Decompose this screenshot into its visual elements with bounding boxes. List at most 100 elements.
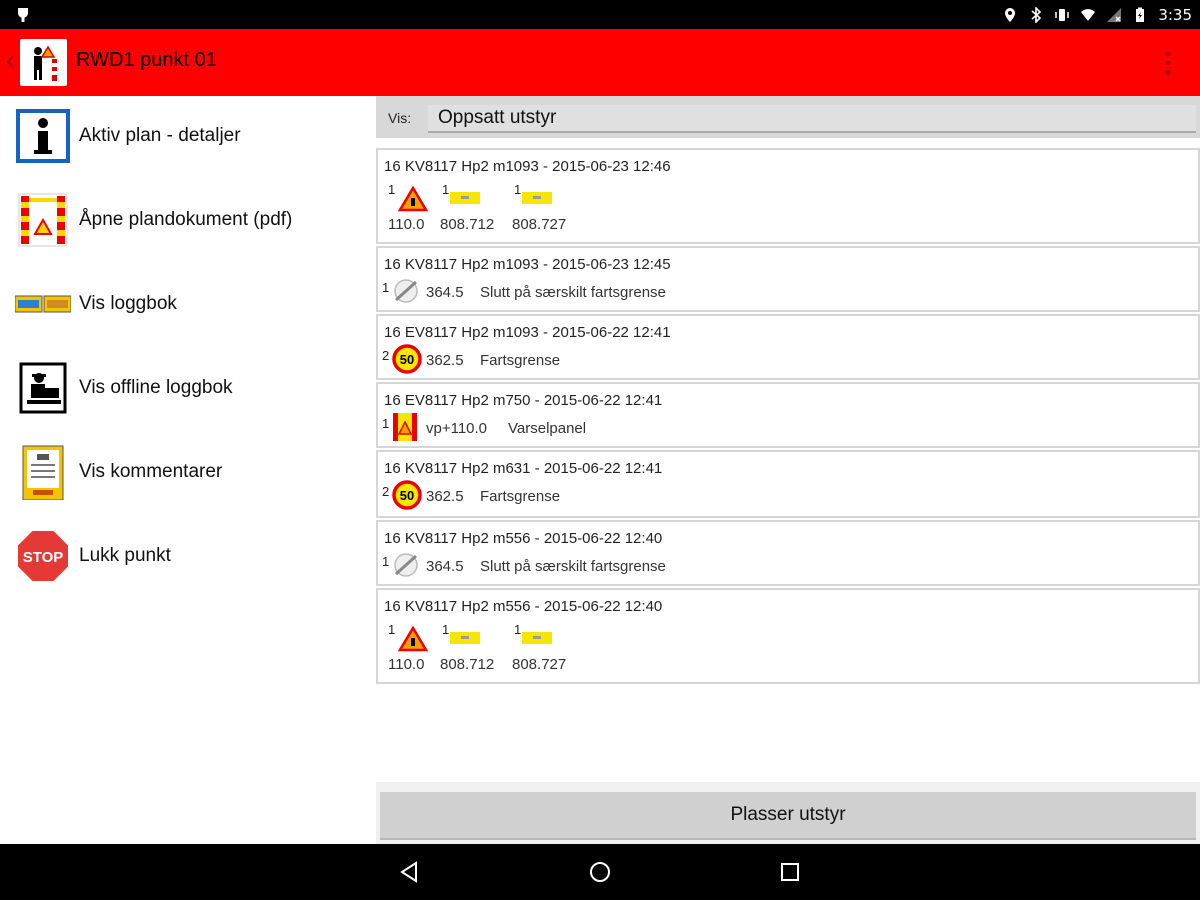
speed-limit-value: 50 <box>400 352 414 367</box>
entry-value: 110.0 <box>388 656 425 673</box>
entry-header: 16 KV8117 Hp2 m631 - 2015-06-22 12:41 <box>384 460 663 477</box>
equipment-panel: Vis: Oppsatt utstyr 16 KV8117 Hp2 m1093 … <box>376 96 1200 844</box>
menu-item-close-point[interactable]: STOP Lukk punkt <box>0 516 376 596</box>
entry-header: 16 KV8117 Hp2 m1093 - 2015-06-23 12:46 <box>384 158 671 175</box>
back-arrow-icon[interactable] <box>4 51 16 73</box>
entry-quantity: 1 <box>442 622 450 637</box>
yellow-plate-icon <box>522 632 552 644</box>
battery-icon <box>1136 7 1145 22</box>
plan-document-icon <box>18 193 68 247</box>
filter-select[interactable]: Oppsatt utstyr <box>428 105 1196 133</box>
menu-item-label: Vis loggbok <box>79 293 177 314</box>
wifi-icon <box>1081 8 1096 21</box>
entry-description: Fartsgrense <box>480 352 561 369</box>
speed-limit-value: 50 <box>400 488 414 503</box>
entry-value: 808.727 <box>512 656 567 673</box>
menu-item-offline-logbook[interactable]: Vis offline loggbok <box>0 348 376 428</box>
entry-description: Slutt på særskilt fartsgrense <box>480 284 666 301</box>
vibrate-icon <box>1055 8 1070 21</box>
svg-text:STOP: STOP <box>23 549 64 566</box>
list-item[interactable]: 16 KV8117 Hp2 m1093 - 2015-06-23 12:45 1… <box>376 246 1200 312</box>
speed-limit-50-icon: 50 <box>392 344 422 374</box>
app-title: RWD1 punkt 01 <box>76 49 217 71</box>
comments-icon <box>22 445 64 500</box>
filter-selected-value: Oppsatt utstyr <box>438 107 557 128</box>
entry-description: Varselpanel <box>508 420 587 437</box>
entry-quantity: 1 <box>382 554 390 569</box>
menu-item-label: Aktiv plan - detaljer <box>79 125 241 146</box>
entry-description: Slutt på særskilt fartsgrense <box>480 558 666 575</box>
info-icon <box>16 109 70 163</box>
entry-value: 364.5 <box>426 284 464 301</box>
entry-value: 362.5 <box>426 352 464 369</box>
menu-item-label: Åpne plandokument (pdf) <box>79 209 293 230</box>
app-logo <box>20 39 67 86</box>
overflow-menu-icon[interactable] <box>1164 49 1172 77</box>
navigation-bar <box>0 844 1200 900</box>
list-item[interactable]: 16 KV8117 Hp2 m556 - 2015-06-22 12:40 1 … <box>376 588 1200 684</box>
warning-panel-icon <box>393 413 417 441</box>
entry-header: 16 EV8117 Hp2 m1093 - 2015-06-22 12:41 <box>384 324 671 341</box>
yellow-plate-icon <box>522 192 552 204</box>
entry-header: 16 EV8117 Hp2 m750 - 2015-06-22 12:41 <box>384 392 663 409</box>
entry-quantity: 2 <box>382 348 390 363</box>
place-equipment-button[interactable]: Plasser utstyr <box>380 792 1196 840</box>
yellow-plate-icon <box>450 632 480 644</box>
entry-quantity: 1 <box>382 416 390 431</box>
entry-value: 808.727 <box>512 216 567 233</box>
no-sim-icon <box>1107 7 1122 22</box>
entry-quantity: 2 <box>382 484 390 499</box>
entry-quantity: 1 <box>514 622 522 637</box>
clock: 3:35 <box>1158 5 1192 24</box>
stop-icon: STOP <box>16 529 70 583</box>
menu-item-logbook[interactable]: Vis loggbok <box>0 264 376 344</box>
android-notification-icon <box>18 8 28 22</box>
back-icon[interactable] <box>396 858 424 886</box>
end-speed-limit-icon <box>394 279 418 303</box>
entry-header: 16 KV8117 Hp2 m1093 - 2015-06-23 12:45 <box>384 256 671 273</box>
menu-item-label: Lukk punkt <box>79 545 171 566</box>
entry-value: 808.712 <box>440 216 495 233</box>
list-item[interactable]: 16 KV8117 Hp2 m631 - 2015-06-22 12:41 2 … <box>376 450 1200 518</box>
entry-value: 808.712 <box>440 656 495 673</box>
bluetooth-icon <box>1031 6 1042 23</box>
entry-quantity: 1 <box>388 622 396 637</box>
entry-value: 364.5 <box>426 558 464 575</box>
menu-item-label: Vis kommentarer <box>79 461 223 482</box>
entry-header: 16 KV8117 Hp2 m556 - 2015-06-22 12:40 <box>384 530 663 547</box>
bottom-action-bar: Plasser utstyr <box>376 782 1200 844</box>
entry-value: 362.5 <box>426 488 464 505</box>
entry-value: vp+110.0 <box>426 420 488 437</box>
menu-item-active-plan[interactable]: Aktiv plan - detaljer <box>0 96 376 176</box>
yellow-plate-icon <box>450 192 480 204</box>
app-bar: RWD1 punkt 01 <box>0 29 1200 96</box>
filter-bar: Vis: Oppsatt utstyr <box>376 96 1200 138</box>
home-icon[interactable] <box>586 858 614 886</box>
roadworker-icon <box>34 45 57 81</box>
menu-item-open-plan-document[interactable]: Åpne plandokument (pdf) <box>0 180 376 260</box>
recent-apps-icon[interactable] <box>776 858 804 886</box>
entry-quantity: 1 <box>514 182 522 197</box>
roadwork-warning-sign-icon <box>398 626 428 652</box>
entry-quantity: 1 <box>382 280 390 295</box>
location-icon <box>1005 7 1016 22</box>
list-item[interactable]: 16 EV8117 Hp2 m750 - 2015-06-22 12:41 1 … <box>376 382 1200 448</box>
list-item[interactable]: 16 KV8117 Hp2 m556 - 2015-06-22 12:40 1 … <box>376 520 1200 586</box>
entry-quantity: 1 <box>442 182 450 197</box>
offline-logbook-icon <box>19 362 67 414</box>
list-item[interactable]: 16 EV8117 Hp2 m1093 - 2015-06-22 12:41 2… <box>376 314 1200 380</box>
status-bar: 3:35 <box>0 0 1200 29</box>
end-speed-limit-icon <box>394 553 418 577</box>
menu-item-comments[interactable]: Vis kommentarer <box>0 432 376 512</box>
filter-label: Vis: <box>388 110 412 126</box>
roadwork-warning-sign-icon <box>398 186 428 212</box>
menu-item-label: Vis offline loggbok <box>79 377 233 398</box>
logbook-icon <box>15 295 71 313</box>
sidebar-menu: Aktiv plan - detaljer Åpne plandokument … <box>0 96 376 844</box>
entry-quantity: 1 <box>388 182 396 197</box>
speed-limit-50-icon: 50 <box>392 480 422 510</box>
entry-value: 110.0 <box>388 216 425 233</box>
entry-description: Fartsgrense <box>480 488 561 505</box>
list-item[interactable]: 16 KV8117 Hp2 m1093 - 2015-06-23 12:46 1… <box>376 148 1200 244</box>
entry-header: 16 KV8117 Hp2 m556 - 2015-06-22 12:40 <box>384 598 663 615</box>
